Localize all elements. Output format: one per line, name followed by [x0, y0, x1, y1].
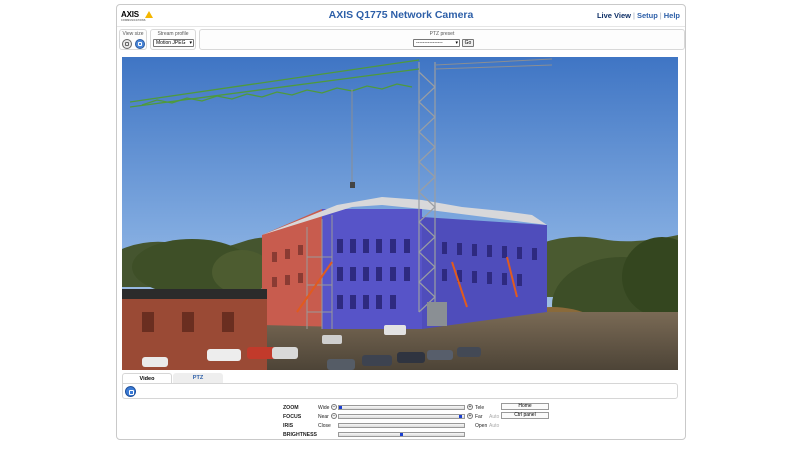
- tab-ptz[interactable]: PTZ: [173, 373, 223, 383]
- stream-profile-value: Motion JPEG: [156, 40, 186, 46]
- iris-slider[interactable]: [338, 423, 465, 428]
- top-nav: Live View | Setup | Help: [597, 11, 680, 20]
- iris-close-label: Close: [318, 423, 331, 429]
- stream-profile-label: Stream profile: [157, 31, 189, 37]
- stream-profile-select[interactable]: Motion JPEG ▾: [153, 39, 194, 47]
- live-video-feed[interactable]: [122, 57, 678, 370]
- focus-slider[interactable]: [338, 414, 465, 419]
- home-button[interactable]: Home: [501, 403, 549, 410]
- focus-slider-thumb[interactable]: [458, 415, 462, 418]
- iris-open-label: Open: [475, 423, 488, 429]
- zoom-control: ZOOM Wide − + Tele Home: [283, 403, 553, 412]
- brightness-slider-thumb[interactable]: [400, 433, 403, 436]
- zoom-tele-label: Tele: [475, 405, 485, 411]
- iris-auto-button[interactable]: Auto: [489, 423, 499, 429]
- zoom-slider[interactable]: [338, 405, 465, 410]
- view-size-label: View size: [122, 31, 144, 37]
- view-size-full-button[interactable]: [135, 39, 145, 49]
- stream-profile-panel: Stream profile Motion JPEG ▾: [150, 29, 196, 50]
- video-tab-panel: [122, 383, 678, 399]
- focus-near-icon[interactable]: −: [331, 413, 337, 419]
- nav-live-view[interactable]: Live View: [597, 11, 631, 20]
- ctrl-panel-button[interactable]: Ctrl panel: [501, 412, 549, 419]
- focus-near-label: Near: [318, 414, 329, 420]
- header: AXIS COMMUNICATIONS AXIS Q1775 Network C…: [117, 5, 685, 27]
- brightness-slider[interactable]: [338, 432, 465, 437]
- ptz-preset-panel: PTZ preset ---------------- ▾ Go: [199, 29, 685, 50]
- snapshot-icon: [128, 389, 134, 395]
- focus-label: FOCUS: [283, 414, 302, 420]
- camera-page-frame: AXIS COMMUNICATIONS AXIS Q1775 Network C…: [116, 4, 686, 440]
- snapshot-button[interactable]: [125, 386, 136, 397]
- ptz-preset-label: PTZ preset: [429, 31, 455, 37]
- focus-auto-button[interactable]: Auto: [489, 414, 499, 420]
- focus-control: FOCUS Near − + Far Auto Ctrl panel: [283, 412, 553, 421]
- zoom-wide-label: Wide: [318, 405, 330, 411]
- zoom-label: ZOOM: [283, 405, 299, 411]
- focus-far-label: Far: [475, 414, 483, 420]
- brightness-label: BRIGHTNESS: [283, 432, 318, 438]
- zoom-out-icon[interactable]: −: [331, 404, 337, 410]
- chevron-down-icon: ▾: [455, 40, 458, 46]
- view-size-small-button[interactable]: [122, 39, 132, 49]
- ptz-preset-value: ----------------: [416, 40, 443, 46]
- chevron-down-icon: ▾: [189, 40, 192, 46]
- go-button[interactable]: Go: [462, 39, 474, 47]
- zoom-slider-thumb[interactable]: [339, 406, 342, 409]
- nav-help[interactable]: Help: [664, 11, 680, 20]
- camera-image: [122, 57, 678, 370]
- iris-label: IRIS: [283, 423, 294, 429]
- toolbar: View size Stream profile Motion JPEG ▾ P…: [118, 29, 685, 51]
- brightness-control: BRIGHTNESS: [283, 431, 553, 439]
- view-size-panel: View size: [119, 29, 147, 50]
- tab-video[interactable]: Video: [122, 373, 172, 383]
- ptz-preset-select[interactable]: ---------------- ▾: [413, 39, 460, 47]
- bottom-tabs: Video PTZ: [122, 373, 678, 383]
- iris-control: IRIS Close Open Auto: [283, 422, 553, 430]
- nav-setup[interactable]: Setup: [637, 11, 658, 20]
- focus-far-icon[interactable]: +: [467, 413, 473, 419]
- zoom-in-icon[interactable]: +: [467, 404, 473, 410]
